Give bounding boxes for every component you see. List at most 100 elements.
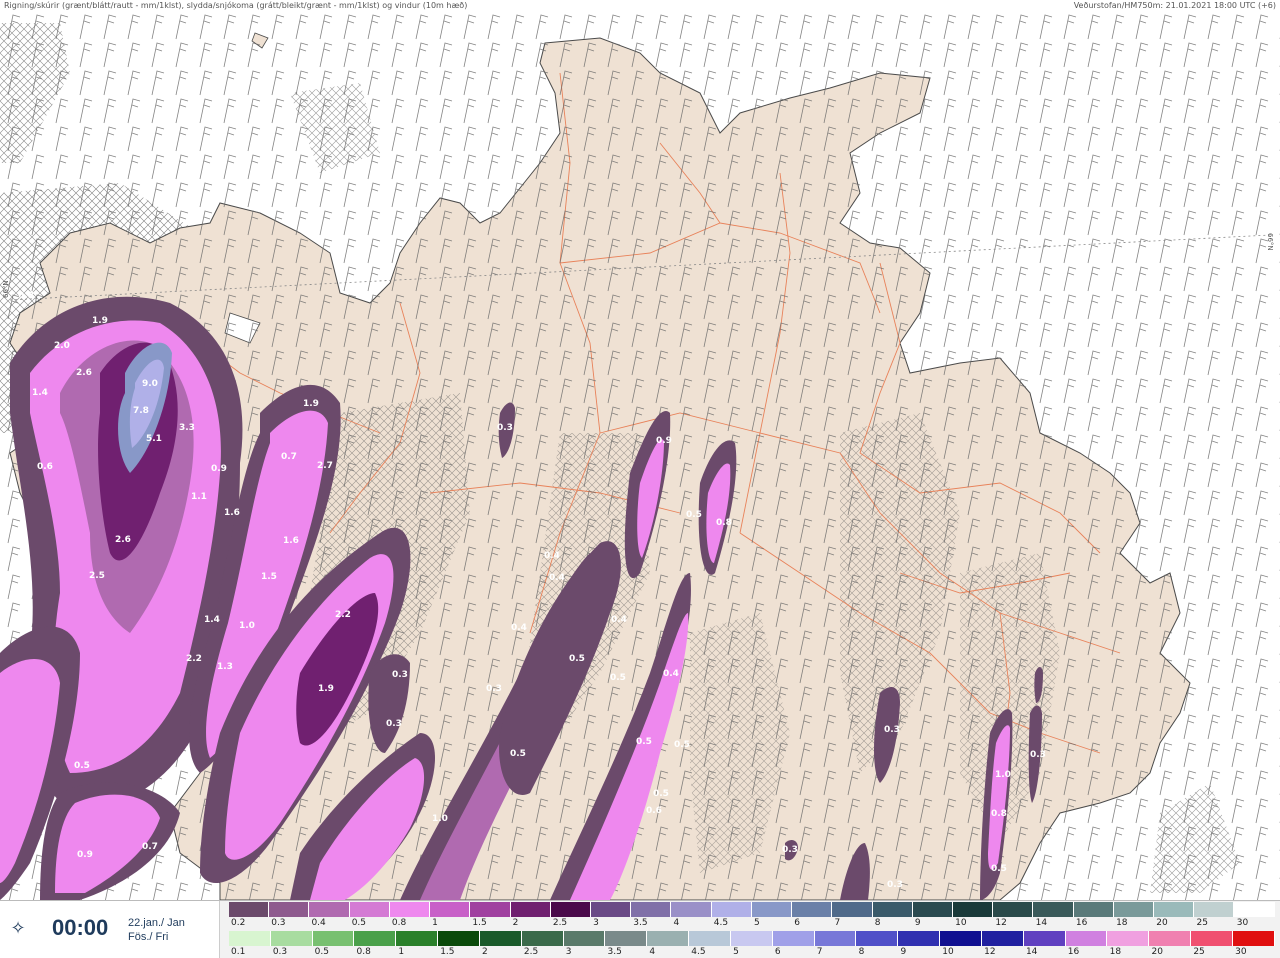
scale-tick-label: 10 [955,918,967,928]
value-label: 1.5 [261,572,277,582]
snow-color-scale: 0.2 0.3 0.4 0.5 0.8 1 1.5 2 2.5 3 3.5 4 4.5 5 6 7 8 9 10 12… [229,901,1280,929]
value-label: 0.3 [392,670,408,680]
scale-swatch [270,931,313,946]
scale-tick-label: 30 [1236,918,1249,928]
scale-swatch [952,902,994,917]
map-canvas[interactable]: 66°N 66°N 0.8 1.9 2.0 2.6 1.4 9.0 7.8 5.… [0,13,1280,900]
scale-swatch [354,931,397,946]
scale-tick-label: 0.2 [231,918,246,928]
scale-swatch [792,902,833,917]
scale-swatch [479,931,522,946]
forecast-date: 22.jan./ Jan [128,917,185,929]
scale-swatch [1234,902,1275,917]
scale-tick-label: 18 [1109,947,1122,957]
scale-tick-label: 5 [733,947,739,957]
value-label: 0.3 [1030,750,1046,760]
value-label: 0.3 [884,725,900,735]
value-label: 0.4 [544,551,560,561]
scale-swatch [1065,931,1108,946]
scale-swatch [1194,902,1235,917]
scale-tick-label: 6 [794,918,800,928]
scale-swatch [229,902,270,917]
value-label: 1.1 [191,492,207,502]
scale-swatch [430,902,471,917]
scale-tick-label: 3 [593,918,599,928]
value-label: 2.2 [335,610,351,620]
scale-tick-label: 25 [1193,947,1205,957]
scale-swatch [814,931,857,946]
forecast-time: 00:00 [52,915,109,940]
rain-scale-bar [229,931,1275,946]
scale-tick-label: 3 [565,947,572,957]
scale-swatch [711,902,752,917]
scale-tick-label: 14 [1035,918,1048,928]
scale-tick-label: 2.5 [523,947,539,957]
value-label: 0.3 [386,719,402,729]
scale-tick-label: 1 [432,918,438,928]
scale-swatch [563,931,606,946]
scale-tick-label: 1.5 [440,947,455,957]
scale-swatch [1232,931,1275,946]
scale-tick-label: 0.1 [231,947,246,957]
value-label: 1.9 [303,399,319,409]
scale-swatch [1149,931,1192,946]
scale-tick-label: 0.5 [314,947,329,957]
scale-swatch [872,902,913,917]
value-label: 2.7 [317,461,333,471]
value-label: 0.3 [782,845,798,855]
scale-swatch [521,931,564,946]
scale-tick-label: 25 [1196,918,1208,928]
footer-legend: ✧ 00:00 22.jan./ Jan Fös./ Fri 0.2 0.3 0.4… [0,900,1280,958]
scale-tick-label: 0.8 [391,918,407,928]
scale-tick-label: 3.5 [633,918,648,928]
model-info: Veðurstofan/HM750m: 21.01.2021 18:00 UTC… [1073,1,1276,10]
scale-tick-label: 2 [482,947,488,957]
scale-tick-label: 10 [942,947,954,957]
value-label: 1.6 [224,508,240,518]
scale-tick-label: 4.5 [713,918,729,928]
scale-swatch [605,931,648,946]
scale-swatch [349,902,390,917]
value-label: 0.3 [497,423,513,433]
scale-tick-label: 20 [1151,947,1163,957]
scale-swatch [312,931,355,946]
scale-swatch [689,931,731,946]
time-panel: ✧ 00:00 22.jan./ Jan Fös./ Fri [0,901,220,958]
value-label: 0.9 [656,436,672,446]
scale-swatch [856,931,899,946]
scale-swatch [510,902,551,917]
value-label: 0.5 [569,654,585,664]
scale-swatch [981,931,1024,946]
scale-tick-label: 20 [1156,918,1168,928]
precipitation-map[interactable]: 66°N 66°N 0.8 1.9 2.0 2.6 1.4 9.0 7.8 5.… [0,13,1280,900]
scale-tick-label: 16 [1067,947,1080,957]
scale-swatch [671,902,712,917]
scale-swatch [1154,902,1195,917]
map-title: Rigning/skúrir (grænt/blátt/rautt - mm/1… [4,1,468,10]
value-label: 0.5 [991,864,1007,874]
value-label: 0.5 [674,740,690,750]
value-label: 0.5 [686,510,702,520]
scale-swatch [396,931,439,946]
value-label: 0.7 [142,842,158,852]
scale-swatch [1033,902,1074,917]
value-label: 1.3 [217,662,233,672]
scale-swatch [940,931,982,946]
value-label: 1.6 [283,536,299,546]
rain-color-scale: 0.1 0.3 0.5 0.8 1 1.5 2 2.5 3 3.5 4 4.5 5 6 7 8 9 10 12 14 1… [229,930,1280,958]
scale-swatch [550,902,591,917]
scale-tick-label: 1.5 [472,918,487,928]
value-label: 0.6 [646,806,662,816]
value-label: 0.3 [887,880,903,890]
scale-swatch [647,931,690,946]
value-label: 0.8 [716,518,732,528]
value-label: 0.3 [486,684,502,694]
value-label: 0.7 [281,452,297,462]
scale-tick-label: 9 [914,918,921,928]
scale-swatch [730,931,773,946]
value-label: 1.4 [32,388,48,398]
scale-swatch [772,931,815,946]
scale-tick-label: 6 [774,947,781,957]
value-label: 1.0 [432,814,448,824]
scale-tick-label: 18 [1116,918,1128,928]
